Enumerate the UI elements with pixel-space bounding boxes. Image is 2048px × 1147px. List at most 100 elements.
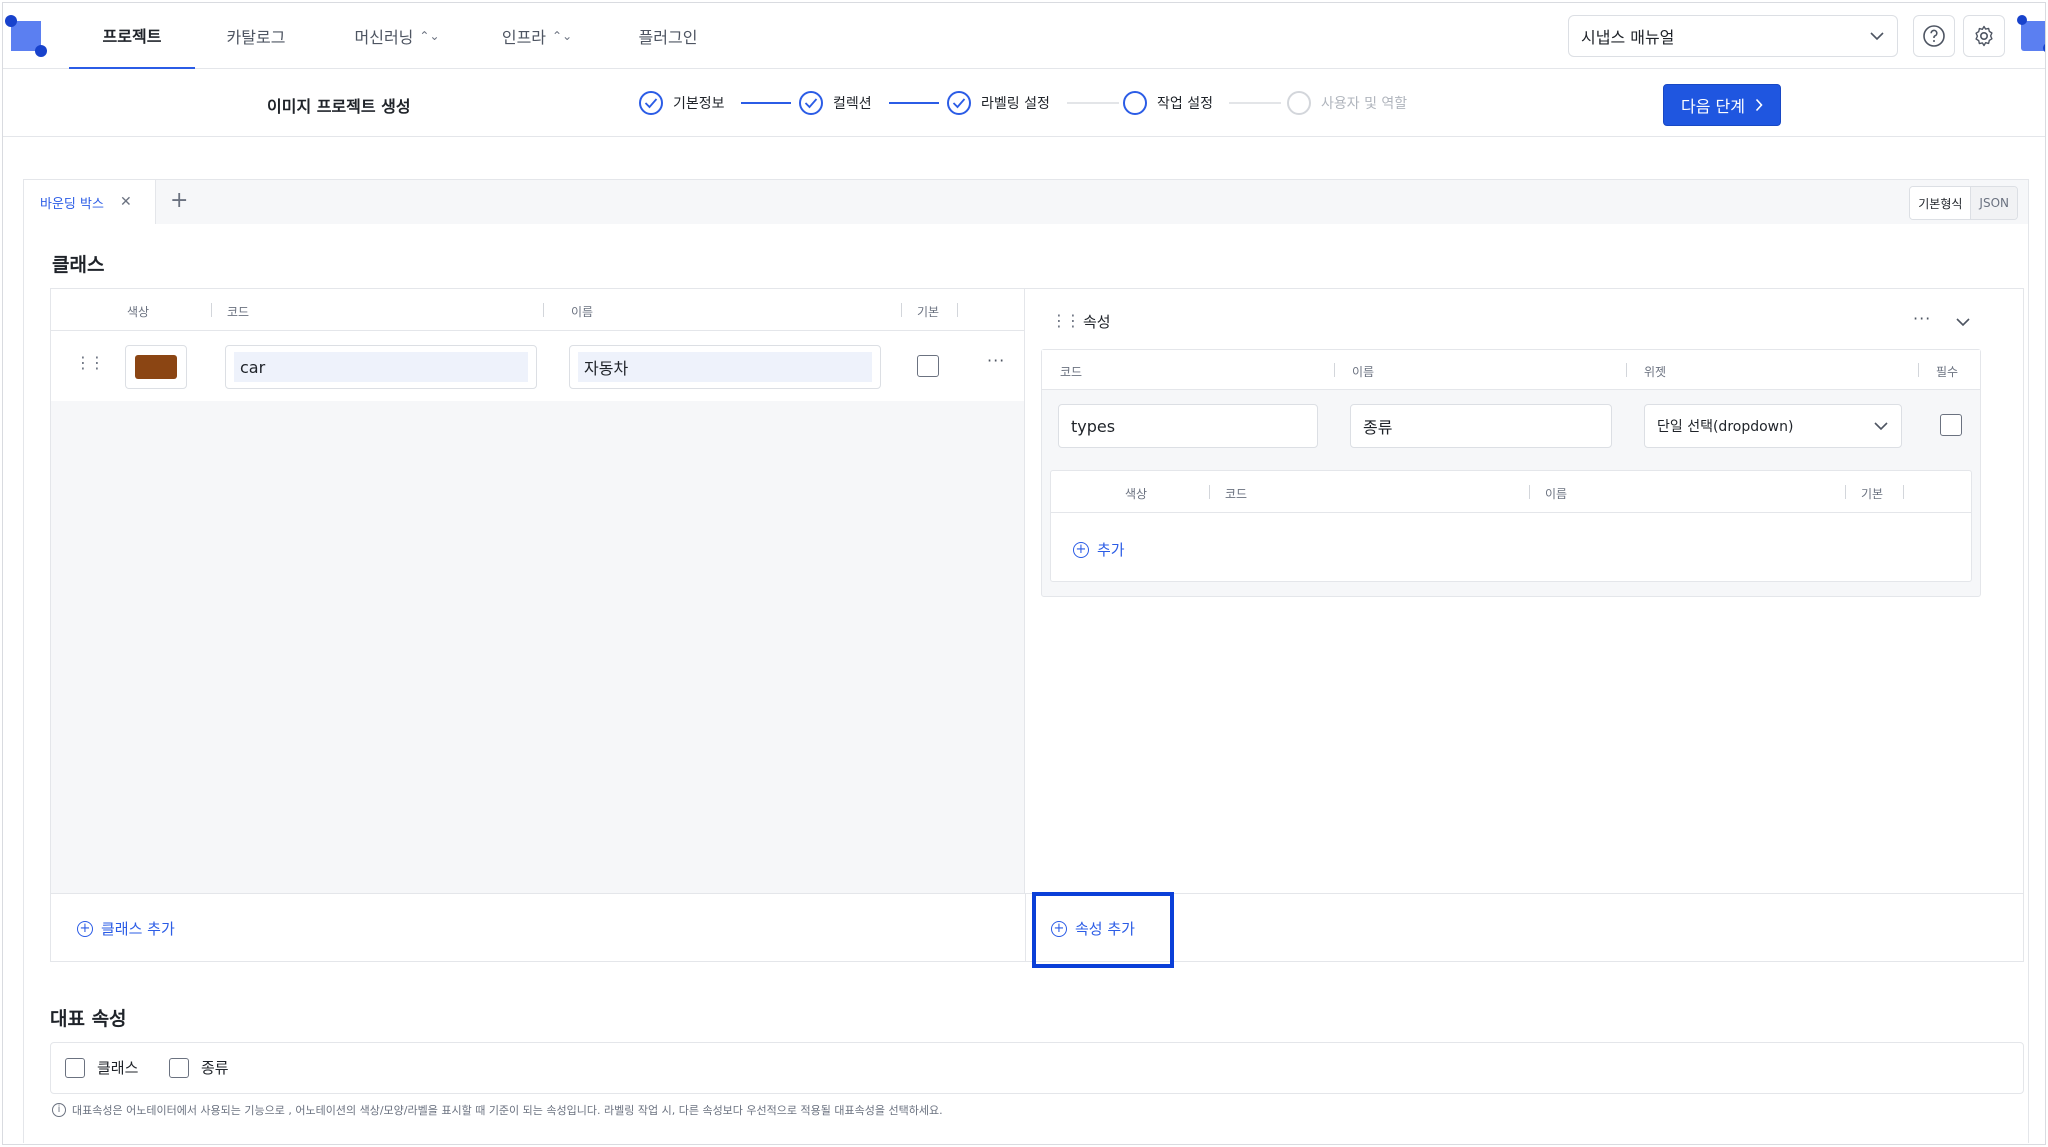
attribute-widget-value: 단일 선택(dropdown) — [1657, 419, 1794, 435]
format-json-button[interactable]: JSON — [1970, 187, 2017, 219]
circle-icon — [1123, 91, 1147, 115]
column-header-default: 기본 — [1861, 487, 1884, 501]
drag-handle-icon[interactable]: ⋮⋮ — [75, 353, 105, 372]
more-icon[interactable]: ··· — [1913, 309, 1931, 328]
class-name-input[interactable]: 자동차 — [569, 345, 881, 389]
column-header-widget: 위젯 — [1644, 365, 1667, 379]
add-option-label: 추가 — [1097, 541, 1125, 559]
checkbox[interactable] — [169, 1057, 189, 1078]
step-labeling-settings[interactable]: 라벨링 설정 — [947, 91, 1050, 115]
nav-tab-machine-learning[interactable]: 머신러닝 ⌃⌄ — [337, 3, 457, 69]
chevron-down-icon — [1870, 32, 1884, 41]
option-label: 클래스 — [97, 1059, 139, 1077]
step-label: 기본정보 — [673, 96, 725, 112]
nav-tab-infra[interactable]: 인프라 ⌃⌄ — [487, 3, 587, 69]
step-label: 라벨링 설정 — [981, 96, 1050, 112]
attribute-required-checkbox[interactable] — [1940, 414, 1962, 436]
check-circle-icon — [799, 91, 823, 115]
check-circle-icon — [947, 91, 971, 115]
gear-icon — [1975, 25, 1993, 47]
column-header-required: 필수 — [1936, 365, 1959, 379]
add-class-button[interactable]: + 클래스 추가 — [77, 918, 175, 939]
column-header-name: 이름 — [1352, 365, 1375, 379]
format-basic-button[interactable]: 기본형식 — [1910, 187, 1971, 219]
add-option-button[interactable]: + 추가 — [1073, 539, 1125, 560]
table-row: types 종류 단일 선택(dropdown) — [1042, 390, 1980, 460]
chevron-down-icon[interactable] — [1955, 317, 1971, 327]
step-connector — [889, 102, 939, 104]
next-step-button[interactable]: 다음 단계 — [1663, 84, 1781, 126]
settings-button[interactable] — [1963, 15, 2005, 57]
manual-select[interactable]: 시냅스 매뉴얼 — [1568, 15, 1898, 57]
option-table-header: 색상 코드 이름 기본 — [1051, 471, 1971, 513]
column-header-code: 코드 — [227, 305, 250, 319]
avatar[interactable] — [2017, 15, 2045, 55]
nav-tab-catalog[interactable]: 카탈로그 — [203, 3, 309, 69]
representative-type-option[interactable]: 종류 — [169, 1057, 229, 1078]
tab-label: 바운딩 박스 — [40, 196, 104, 212]
attribute-table-header: 코드 이름 위젯 필수 — [1042, 350, 1980, 390]
logo[interactable] — [5, 15, 47, 57]
attribute-code-value: types — [1071, 416, 1116, 436]
step-label: 작업 설정 — [1157, 96, 1213, 112]
attribute-panel: ⋮⋮ 속성 ··· 코드 이름 위젯 필수 types 종류 단일 선택(dro… — [1025, 289, 2023, 893]
chevron-updown-icon: ⌃⌄ — [419, 29, 440, 43]
column-header-code: 코드 — [1060, 365, 1083, 379]
attribute-title: 속성 — [1083, 313, 1111, 331]
nav-tab-label: 인프라 — [501, 28, 547, 47]
step-connector — [1067, 102, 1119, 104]
step-collection[interactable]: 컬렉션 — [799, 91, 872, 115]
attribute-name-input[interactable]: 종류 — [1350, 404, 1612, 448]
tab-bounding-box[interactable]: 바운딩 박스 ✕ — [24, 180, 156, 224]
nav-tab-project[interactable]: 프로젝트 — [69, 3, 195, 69]
chevron-down-icon — [1874, 422, 1888, 431]
class-attribute-editor: 색상 코드 이름 기본 ⋮⋮ car 자동차 ··· ⋮⋮ 속성 ··· 코드 … — [50, 288, 2024, 962]
class-code-input[interactable]: car — [225, 345, 537, 389]
manual-select-value: 시냅스 매뉴얼 — [1581, 28, 1675, 47]
format-toggle: 기본형식 JSON — [1909, 186, 2018, 220]
nav-tab-plugin[interactable]: 플러그인 — [623, 3, 713, 69]
classes-title: 클래스 — [52, 254, 105, 276]
representative-hint: i 대표속성은 어노테이터에서 사용되는 기능으로 , 어노테이션의 색상/모양… — [52, 1102, 943, 1118]
class-color-picker[interactable] — [125, 345, 187, 389]
add-tab-button[interactable]: + — [170, 190, 188, 212]
top-navigation: 프로젝트 카탈로그 머신러닝 ⌃⌄ 인프라 ⌃⌄ 플러그인 시냅스 매뉴얼 — [3, 3, 2045, 69]
next-step-label: 다음 단계 — [1681, 97, 1745, 116]
check-circle-icon — [639, 91, 663, 115]
chevron-updown-icon: ⌃⌄ — [552, 29, 573, 43]
attribute-code-input[interactable]: types — [1058, 404, 1318, 448]
nav-tab-label: 머신러닝 — [354, 28, 414, 47]
class-code-value: car — [234, 352, 528, 382]
close-icon[interactable]: ✕ — [120, 194, 132, 210]
drag-handle-icon[interactable]: ⋮⋮ — [1051, 311, 1081, 330]
representative-attribute-box: 클래스 종류 — [50, 1042, 2024, 1094]
attribute-options: 색상 코드 이름 기본 + 추가 — [1050, 470, 1972, 582]
column-header-name: 이름 — [571, 305, 594, 319]
class-list: 색상 코드 이름 기본 ⋮⋮ car 자동차 ··· — [51, 289, 1025, 893]
table-row: ⋮⋮ car 자동차 ··· — [51, 331, 1024, 401]
step-label: 사용자 및 역할 — [1321, 96, 1408, 112]
class-default-checkbox[interactable] — [917, 355, 939, 377]
attribute-widget-select[interactable]: 단일 선택(dropdown) — [1644, 404, 1902, 448]
hint-text: 대표속성은 어노테이터에서 사용되는 기능으로 , 어노테이션의 색상/모양/라… — [72, 1104, 943, 1117]
representative-class-option[interactable]: 클래스 — [65, 1057, 138, 1078]
option-label: 종류 — [201, 1059, 229, 1077]
annotation-tab-bar: 바운딩 박스 ✕ + 기본형식 JSON — [24, 180, 2028, 224]
more-icon[interactable]: ··· — [987, 351, 1005, 370]
nav-tab-label: 카탈로그 — [226, 28, 286, 47]
main-panel: 바운딩 박스 ✕ + 기본형식 JSON 클래스 색상 코드 이름 기본 ⋮⋮ … — [23, 179, 2029, 1143]
info-icon: i — [52, 1103, 66, 1117]
step-connector — [741, 102, 791, 104]
page-title: 이미지 프로젝트 생성 — [267, 97, 411, 116]
column-header-name: 이름 — [1545, 487, 1568, 501]
color-swatch — [135, 355, 177, 379]
attribute-table: 코드 이름 위젯 필수 types 종류 단일 선택(dropdown) 색상 … — [1041, 349, 1981, 597]
checkbox[interactable] — [65, 1057, 85, 1078]
step-task-settings[interactable]: 작업 설정 — [1123, 91, 1213, 115]
help-button[interactable] — [1913, 15, 1955, 57]
circle-icon — [1287, 91, 1311, 115]
step-basic-info[interactable]: 기본정보 — [639, 91, 725, 115]
step-users-roles: 사용자 및 역할 — [1287, 91, 1407, 115]
attribute-name-value: 종류 — [1363, 418, 1393, 437]
column-header-code: 코드 — [1225, 487, 1248, 501]
